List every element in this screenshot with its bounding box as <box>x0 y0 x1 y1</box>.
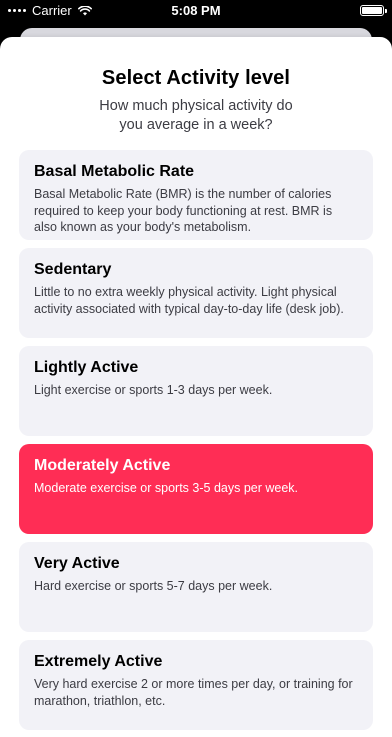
activity-option-title: Very Active <box>34 555 120 572</box>
activity-option-moderately-active[interactable]: Moderately Active Moderate exercise or s… <box>19 444 373 534</box>
battery-icon <box>360 5 387 16</box>
activity-option-title: Sedentary <box>34 261 112 278</box>
sheet-subtitle: How much physical activity do you averag… <box>99 98 293 133</box>
activity-option-very-active[interactable]: Very Active Hard exercise or sports 5-7 … <box>19 542 373 632</box>
status-time: 5:08 PM <box>171 3 221 18</box>
activity-option-description: Little to no extra weekly physical activ… <box>34 285 344 316</box>
activity-level-sheet: Select Activity level How much physical … <box>0 37 392 737</box>
sheet-title: Select Activity level <box>101 67 291 89</box>
activity-option-extremely-active[interactable]: Extremely Active Very hard exercise 2 or… <box>19 640 373 730</box>
activity-option-title: Basal Metabolic Rate <box>34 163 195 180</box>
activity-option-description: Basal Metabolic Rate (BMR) is the number… <box>34 187 333 234</box>
activity-option-description: Light exercise or sports 1-3 days per we… <box>34 383 273 397</box>
activity-option-title: Extremely Active <box>34 653 163 670</box>
activity-option-description: Hard exercise or sports 5-7 days per wee… <box>34 579 273 593</box>
activity-option-title: Lightly Active <box>34 359 139 376</box>
activity-option-description: Very hard exercise 2 or more times per d… <box>34 677 353 708</box>
activity-option-bmr[interactable]: Basal Metabolic Rate Basal Metabolic Rat… <box>19 150 373 240</box>
status-bar: Carrier 5:08 PM <box>0 0 392 24</box>
activity-option-description: Moderate exercise or sports 3-5 days per… <box>34 481 299 495</box>
activity-option-lightly-active[interactable]: Lightly Active Light exercise or sports … <box>19 346 373 436</box>
activity-option-sedentary[interactable]: Sedentary Little to no extra weekly phys… <box>19 248 373 338</box>
activity-option-title: Moderately Active <box>34 457 171 474</box>
